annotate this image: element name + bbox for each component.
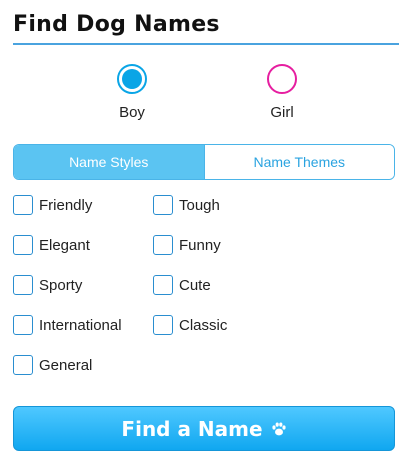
page-title: Find Dog Names	[13, 12, 220, 37]
find-a-name-label: Find a Name	[121, 416, 263, 441]
paw-icon	[271, 422, 286, 435]
international-checkbox[interactable]	[13, 315, 33, 335]
tough-label: Tough	[179, 196, 220, 214]
sporty-checkbox[interactable]	[13, 275, 33, 295]
option-cute[interactable]: Cute	[153, 274, 211, 296]
elegant-label: Elegant	[39, 236, 90, 254]
gender-option-boy[interactable]: Boy	[92, 64, 172, 121]
option-international[interactable]: International	[13, 314, 122, 336]
tab-name-styles[interactable]: Name Styles	[14, 145, 205, 179]
international-label: International	[39, 316, 122, 334]
option-elegant[interactable]: Elegant	[13, 234, 90, 256]
tough-checkbox[interactable]	[153, 195, 173, 215]
option-general[interactable]: General	[13, 354, 92, 376]
classic-label: Classic	[179, 316, 228, 334]
girl-radio[interactable]	[267, 64, 297, 94]
cute-checkbox[interactable]	[153, 275, 173, 295]
friendly-checkbox[interactable]	[13, 195, 33, 215]
friendly-label: Friendly	[39, 196, 93, 214]
boy-label: Boy	[119, 104, 145, 121]
funny-label: Funny	[179, 236, 221, 254]
option-sporty[interactable]: Sporty	[13, 274, 82, 296]
boy-radio[interactable]	[117, 64, 147, 94]
name-tabs: Name Styles Name Themes	[13, 144, 395, 180]
cute-label: Cute	[179, 276, 211, 294]
funny-checkbox[interactable]	[153, 235, 173, 255]
find-a-name-button[interactable]: Find a Name	[13, 406, 395, 451]
option-funny[interactable]: Funny	[153, 234, 221, 256]
option-tough[interactable]: Tough	[153, 194, 220, 216]
elegant-checkbox[interactable]	[13, 235, 33, 255]
girl-label: Girl	[270, 104, 294, 121]
classic-checkbox[interactable]	[153, 315, 173, 335]
sporty-label: Sporty	[39, 276, 83, 294]
tab-name-themes[interactable]: Name Themes	[204, 145, 394, 179]
option-classic[interactable]: Classic	[153, 314, 227, 336]
general-label: General	[39, 356, 93, 374]
gender-option-girl[interactable]: Girl	[242, 64, 322, 121]
general-checkbox[interactable]	[13, 355, 33, 375]
option-friendly[interactable]: Friendly	[13, 194, 92, 216]
title-divider	[13, 43, 399, 45]
